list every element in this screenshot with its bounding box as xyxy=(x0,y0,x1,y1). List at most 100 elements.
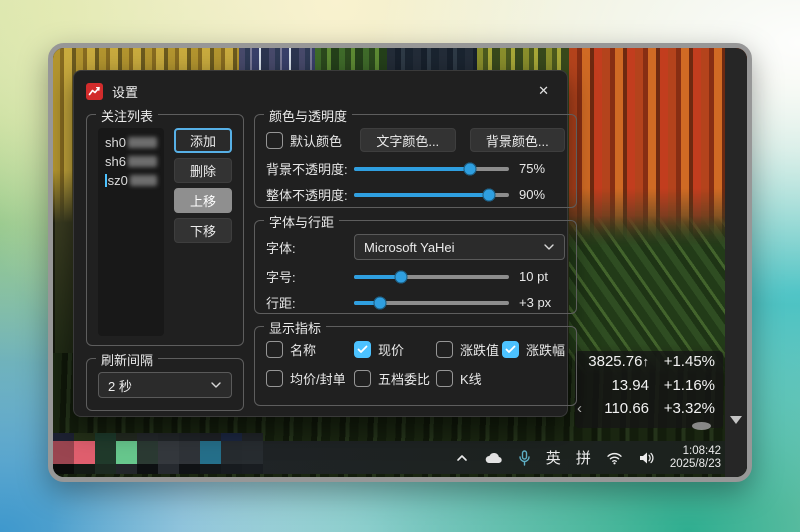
watchlist-group: 关注列表 sh0 sh6 sz0 添加 删除 上移 下移 xyxy=(86,106,244,346)
bg-color-button[interactable]: 背景颜色... xyxy=(469,128,566,152)
widget-drag-handle[interactable] xyxy=(692,422,711,430)
indicator-orderratio-checkbox[interactable] xyxy=(354,370,371,387)
overall-opacity-value: 90% xyxy=(519,187,546,202)
pixelated-icon-cell xyxy=(74,464,95,474)
font-spacing-group: 字体与行距 字体: Microsoft YaHei 字号: 10 pt 行距: … xyxy=(254,212,578,314)
stock-app-icon xyxy=(86,82,103,100)
indicator-price-checkbox[interactable] xyxy=(354,341,371,358)
dialog-titlebar[interactable]: 设置 ✕ xyxy=(86,79,555,103)
indicator-label: K线 xyxy=(460,372,482,387)
tray-overflow-chevron-icon[interactable] xyxy=(455,451,469,465)
bg-opacity-slider[interactable] xyxy=(354,162,510,175)
pixelated-icon-cell xyxy=(74,441,95,464)
text-color-button[interactable]: 文字颜色... xyxy=(360,128,456,152)
censored-text xyxy=(129,175,157,186)
slider-thumb[interactable] xyxy=(394,270,407,283)
indicator-name-checkbox[interactable] xyxy=(266,341,283,358)
move-up-button[interactable]: 上移 xyxy=(174,188,232,213)
ticker-code-prefix: sz0 xyxy=(107,173,128,188)
chevron-down-icon xyxy=(543,243,555,251)
indicators-group: 显示指标 名称 现价 涨跌值 涨跌幅 均价/封单 五档委比 K线 xyxy=(254,318,578,406)
taskbar-clock[interactable]: 1:08:42 2025/8/23 xyxy=(670,445,721,471)
indicator-label: 名称 xyxy=(290,343,317,358)
font-size-slider[interactable] xyxy=(354,270,510,283)
move-down-button[interactable]: 下移 xyxy=(174,218,232,243)
clock-date: 2025/8/23 xyxy=(669,457,721,470)
pixelated-icon-cell xyxy=(221,464,242,474)
ticker-change: +3.32% xyxy=(663,400,715,418)
pixelated-icon-cell xyxy=(95,433,116,441)
indicator-change-pct-checkbox[interactable] xyxy=(502,341,519,358)
pixelated-icon-cell xyxy=(95,464,116,474)
ticker-row: 13.94 +1.16% xyxy=(579,377,715,401)
pixelated-icon-cell xyxy=(158,464,179,474)
delete-button[interactable]: 删除 xyxy=(174,158,232,183)
list-item[interactable]: sz0 xyxy=(105,171,157,190)
indicator-label: 现价 xyxy=(378,343,405,358)
scroll-down-icon[interactable] xyxy=(730,416,742,424)
pixelated-icon-cell xyxy=(53,441,74,464)
font-family-label: 字体: xyxy=(266,240,296,256)
pixelated-icon-cell xyxy=(200,433,221,441)
pixelated-icon-cell xyxy=(158,433,179,441)
ticker-value: 13.94 xyxy=(611,376,649,394)
indicator-label: 均价/封单 xyxy=(290,372,346,387)
ticker-row: ‹ 110.66 +3.32% xyxy=(577,400,715,424)
line-spacing-slider[interactable] xyxy=(354,296,510,309)
microphone-icon[interactable] xyxy=(518,449,531,466)
font-family-select[interactable]: Microsoft YaHei xyxy=(354,234,566,260)
list-item[interactable]: sh0 xyxy=(105,133,157,152)
wifi-icon[interactable] xyxy=(606,451,623,465)
system-tray: 英 拼 1:08:42 2025/8/23 xyxy=(455,441,721,474)
overall-opacity-slider[interactable] xyxy=(354,188,510,201)
censored-text xyxy=(127,156,157,167)
ime-pinyin-indicator[interactable]: 拼 xyxy=(576,447,591,468)
stock-ticker-widget[interactable]: 3825.76 ↑ +1.45% 13.94 +1.16% ‹ 110.66 +… xyxy=(575,351,723,430)
watchlist-listbox[interactable]: sh0 sh6 sz0 xyxy=(98,128,164,336)
indicator-label: 涨跌幅 xyxy=(526,343,566,358)
ticker-change: +1.45% xyxy=(663,353,715,370)
pixelated-icon-cell xyxy=(95,441,116,464)
settings-dialog: 设置 ✕ 关注列表 sh0 sh6 sz0 添加 删除 上移 下移 刷新间隔 2… xyxy=(73,70,578,417)
right-bezel xyxy=(725,48,747,477)
pixelated-icon-cell xyxy=(137,433,158,441)
close-icon[interactable]: ✕ xyxy=(532,81,555,101)
default-color-label: 默认颜色 xyxy=(290,133,343,149)
pixelated-icon-cell xyxy=(242,433,263,441)
pixelated-icon-cell xyxy=(221,433,242,441)
pixelated-icon-cell xyxy=(158,441,179,464)
default-color-checkbox[interactable] xyxy=(266,131,283,149)
refresh-interval-select[interactable]: 2 秒 xyxy=(98,372,232,398)
pixelated-icon-cell xyxy=(200,441,221,464)
desktop-screen: 3825.76 ↑ +1.45% 13.94 +1.16% ‹ 110.66 +… xyxy=(53,48,747,477)
indicator-avgprice-checkbox[interactable] xyxy=(266,370,283,387)
pixelated-icon-cell xyxy=(137,441,158,464)
pixelated-icon-cell xyxy=(116,464,137,474)
pixelated-icon-cell xyxy=(200,464,221,474)
onedrive-cloud-icon[interactable] xyxy=(484,451,503,465)
ticker-row: 3825.76 ↑ +1.45% xyxy=(579,353,715,377)
list-item[interactable]: sh6 xyxy=(105,152,157,171)
slider-thumb[interactable] xyxy=(463,162,477,175)
font-legend: 字体与行距 xyxy=(264,212,340,231)
ticker-value: 3825.76 xyxy=(588,353,643,370)
refresh-interval-group: 刷新间隔 2 秒 xyxy=(86,350,244,411)
slider-thumb[interactable] xyxy=(373,296,387,309)
volume-icon[interactable] xyxy=(638,451,655,465)
chevron-down-icon xyxy=(210,381,222,389)
up-arrow-icon: ↑ xyxy=(642,354,650,369)
refresh-legend: 刷新间隔 xyxy=(96,350,159,369)
taskbar-pixelated-icons[interactable] xyxy=(53,433,263,474)
slider-thumb[interactable] xyxy=(482,188,496,201)
monitor-frame: 3825.76 ↑ +1.45% 13.94 +1.16% ‹ 110.66 +… xyxy=(48,43,752,482)
pixelated-icon-cell xyxy=(74,433,95,441)
indicator-change-value-checkbox[interactable] xyxy=(436,341,453,358)
ime-english-indicator[interactable]: 英 xyxy=(546,447,561,468)
left-chevron-icon: ‹ xyxy=(577,400,582,418)
colors-opacity-group: 颜色与透明度 默认颜色 文字颜色... 背景颜色... 背景不透明度: 75% … xyxy=(254,106,578,208)
indicator-kline-checkbox[interactable] xyxy=(436,370,453,387)
add-button[interactable]: 添加 xyxy=(174,128,232,153)
pixelated-icon-cell xyxy=(242,464,263,474)
font-size-label: 字号: xyxy=(266,270,296,285)
pixelated-icon-cell xyxy=(53,464,74,474)
